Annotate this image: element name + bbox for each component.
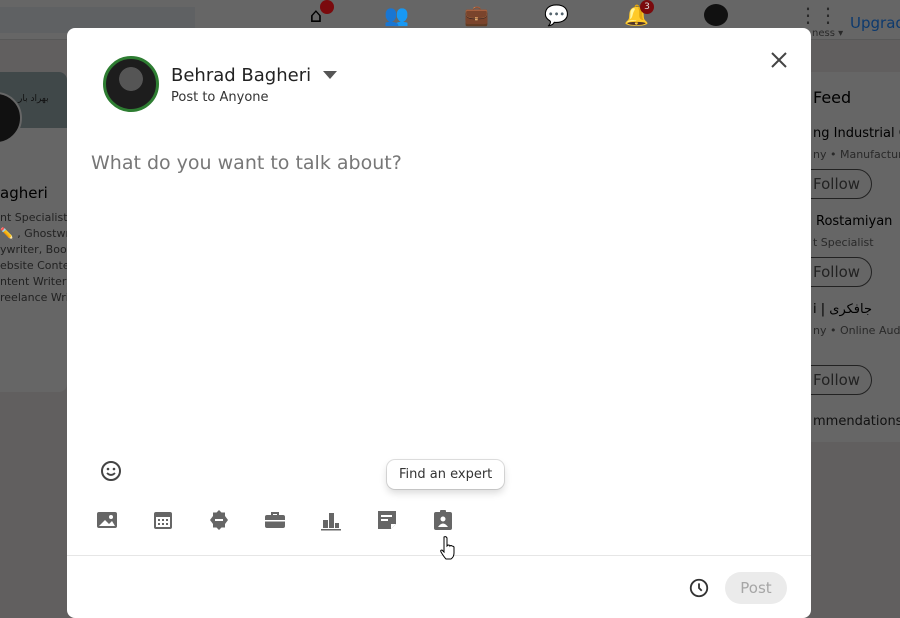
briefcase-icon[interactable]	[263, 508, 287, 532]
suggestion-name[interactable]: Rostamiyan	[816, 214, 892, 229]
headline-line: ywriter, Book	[0, 243, 67, 256]
headline-line: ntent Writer, S	[0, 275, 67, 288]
headline-line: ebsite Conten	[0, 259, 67, 272]
hand-cursor-icon	[440, 536, 455, 560]
suggestion-name[interactable]: ng Industrial G	[813, 126, 900, 141]
profile-card: بهراد بار agheri nt Specialist, ✏️ , Gho…	[0, 72, 67, 392]
recommendations-link[interactable]: mmendations →	[813, 414, 900, 429]
schedule-clock-icon[interactable]	[688, 577, 710, 599]
celebrate-badge-icon[interactable]	[207, 508, 231, 532]
nav-upgrade-link[interactable]: Upgrad	[850, 14, 900, 32]
nav-home-icon[interactable]: ⌂	[304, 0, 334, 26]
calendar-icon[interactable]	[151, 508, 175, 532]
close-icon[interactable]	[767, 48, 791, 72]
headline-line: reelance Writ	[0, 291, 67, 304]
tooltip: Find an expert	[387, 460, 505, 489]
post-toolbar	[95, 508, 487, 532]
notification-badge: 3	[640, 0, 654, 14]
create-post-modal: Behrad Bagheri Post to Anyone Find an ex…	[67, 28, 811, 618]
find-expert-icon[interactable]	[431, 508, 455, 532]
photo-icon[interactable]	[95, 508, 119, 532]
headline-line: ✏️ , Ghostwrit	[0, 227, 67, 240]
suggestion-name[interactable]: i | جافکری	[813, 302, 872, 317]
profile-headline: nt Specialist, ✏️ , Ghostwrit ywriter, B…	[0, 210, 67, 306]
nav-grid-icon[interactable]: ⋮⋮	[798, 4, 838, 26]
nav-jobs-icon[interactable]: 💼	[464, 4, 489, 26]
poll-chart-icon[interactable]	[319, 508, 343, 532]
audience-label[interactable]: Post to Anyone	[171, 90, 269, 105]
nav-me-avatar[interactable]	[704, 4, 728, 26]
feed-title: Feed	[813, 88, 852, 107]
post-editor[interactable]	[91, 152, 781, 442]
nav-notifications-icon[interactable]: 🔔 3	[624, 0, 654, 26]
emoji-icon[interactable]	[99, 459, 123, 483]
headline-line: nt Specialist,	[0, 211, 67, 224]
suggestion-sub: t Specialist	[813, 236, 874, 249]
suggestion-sub: ny • Online Audi	[813, 324, 900, 337]
nav-business-label[interactable]: ness ▾	[812, 28, 843, 39]
nav-network-icon[interactable]: 👥	[384, 4, 409, 26]
cover-text: بهراد بار	[18, 94, 49, 104]
user-avatar	[103, 56, 159, 112]
user-name[interactable]: Behrad Bagheri	[171, 65, 311, 86]
profile-name[interactable]: agheri	[0, 184, 48, 202]
document-icon[interactable]	[375, 508, 399, 532]
caret-down-icon[interactable]	[323, 71, 337, 79]
home-badge	[320, 0, 334, 14]
post-button[interactable]: Post	[725, 572, 787, 604]
nav-messaging-icon[interactable]: 💬	[544, 4, 569, 26]
suggestion-sub: ny • Manufacturi	[813, 148, 900, 161]
